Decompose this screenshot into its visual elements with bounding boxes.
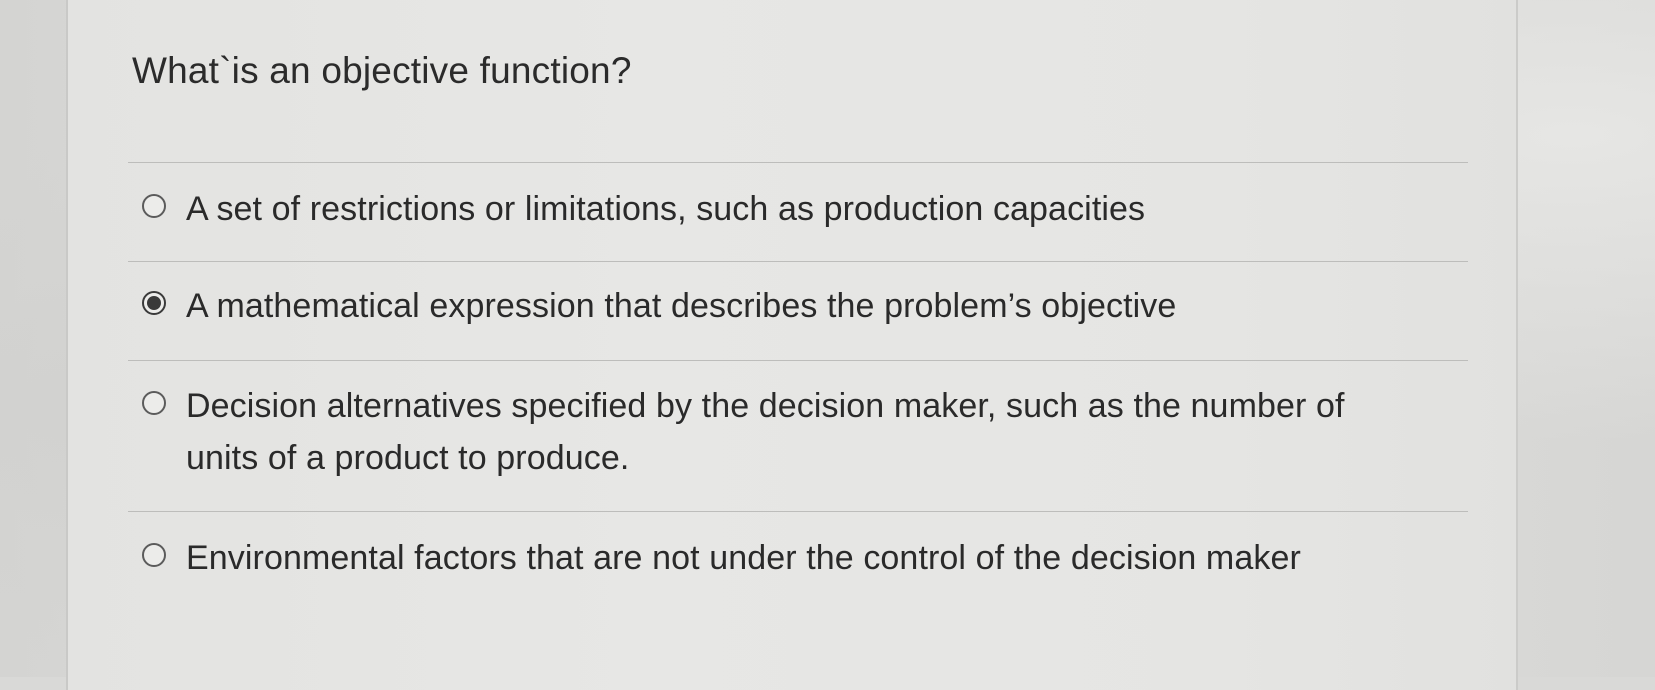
radio-selected-dot <box>147 296 161 310</box>
answer-option-3[interactable]: Decision alternatives specified by the d… <box>142 380 1382 484</box>
radio-button-unselected[interactable] <box>142 194 166 218</box>
answer-option-label: A mathematical expression that describes… <box>186 287 1177 325</box>
divider <box>128 511 1468 512</box>
radio-button-unselected[interactable] <box>142 543 166 567</box>
answer-option-1[interactable]: A set of restrictions or limitations, su… <box>142 183 1462 235</box>
divider <box>128 261 1468 262</box>
answer-option-2[interactable]: A mathematical expression that describes… <box>142 280 1462 332</box>
radio-button-unselected[interactable] <box>142 391 166 415</box>
radio-button-selected[interactable] <box>142 291 166 315</box>
answer-option-label: A set of restrictions or limitations, su… <box>186 190 1146 228</box>
answer-option-4[interactable]: Environmental factors that are not under… <box>142 532 1462 584</box>
question-text: What`is an objective function? <box>132 50 632 91</box>
answer-option-label: Environmental factors that are not under… <box>186 539 1301 577</box>
question-card: What`is an objective function? A set of … <box>66 0 1518 690</box>
divider <box>128 162 1468 163</box>
divider <box>128 360 1468 361</box>
answer-option-label: Decision alternatives specified by the d… <box>186 387 1345 477</box>
